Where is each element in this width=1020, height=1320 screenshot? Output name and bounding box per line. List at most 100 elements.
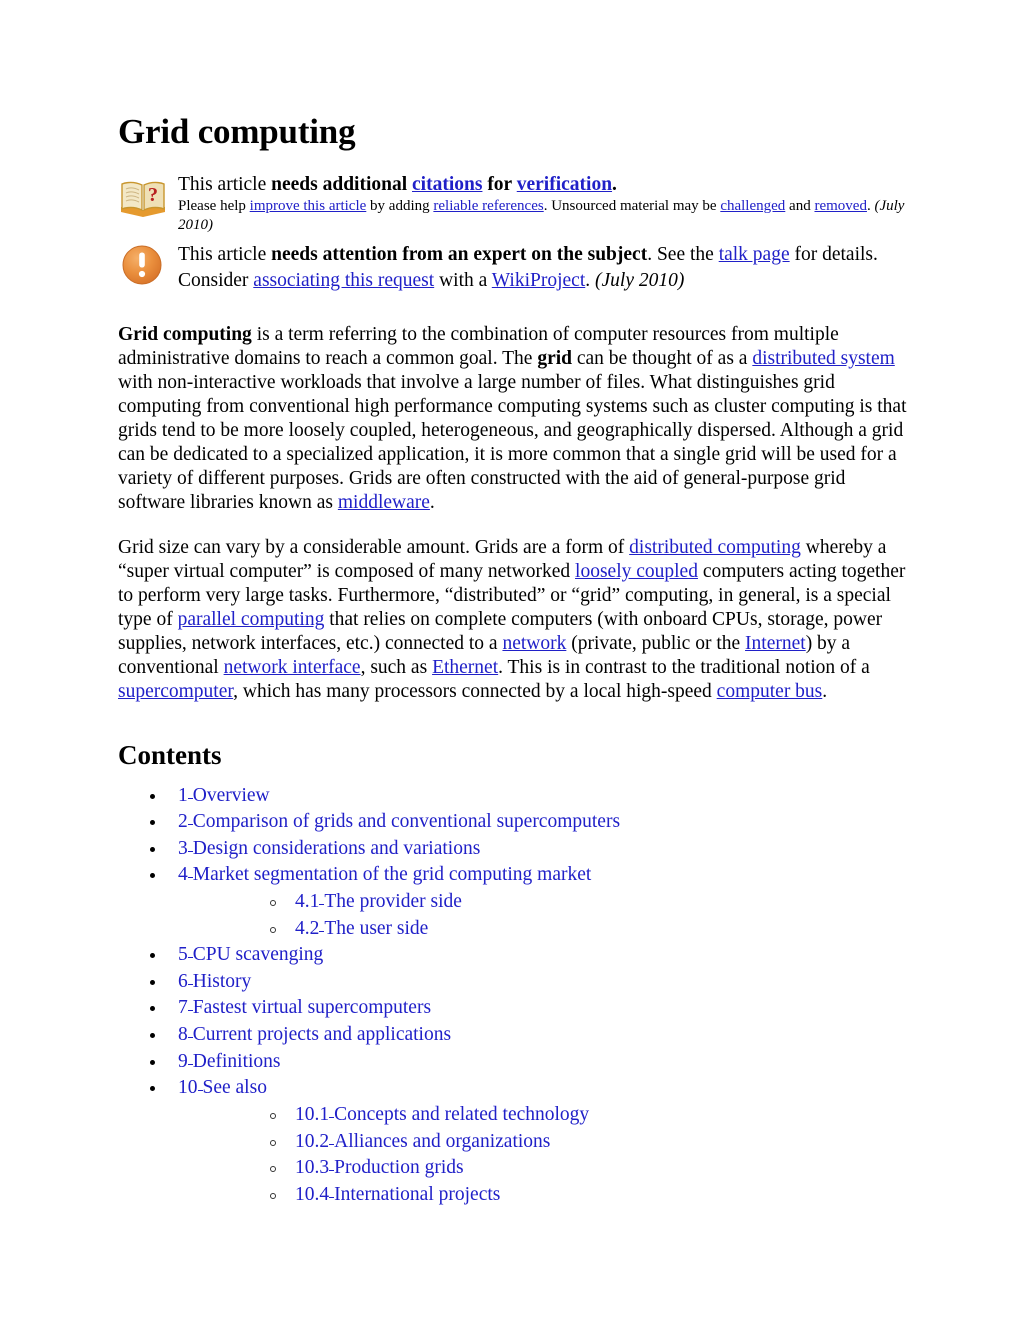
bullet-icon [150, 846, 155, 852]
notice-text: . Unsourced material may be [543, 197, 721, 214]
toc-item: 8 Current projects and applications [118, 1024, 908, 1047]
link-challenged[interactable]: challenged [720, 198, 785, 214]
toc-link-1[interactable]: 1 Overview [178, 785, 270, 806]
toc-sublist: 4.1 The provider side 4.2 The user side [178, 891, 908, 940]
notice-bold-text: . [612, 174, 617, 196]
notice-citations: ? This article needs additional citation… [118, 173, 908, 236]
toc-number: 9 [178, 1050, 188, 1072]
link-reliable-references[interactable]: reliable references [433, 198, 543, 214]
toc-number: 10.1 [295, 1103, 330, 1125]
toc-subitem: 4.1 The provider side [178, 891, 908, 914]
toc-link-3[interactable]: 3 Design considerations and variations [178, 838, 480, 859]
paragraph-text: , such as [360, 656, 433, 678]
toc-link-10.1[interactable]: 10.1 Concepts and related technology [295, 1104, 589, 1125]
link-internet[interactable]: Internet [745, 633, 806, 654]
toc-label: Market segmentation of the grid computin… [192, 864, 592, 886]
notice-citations-detail: Please help improve this article by addi… [178, 197, 908, 236]
toc-number: 2 [178, 811, 188, 833]
notice-text: This article [178, 174, 272, 196]
toc-link-2[interactable]: 2 Comparison of grids and conventional su… [178, 811, 620, 832]
toc-label: Comparison of grids and conventional sup… [192, 811, 621, 833]
toc-item: 4 Market segmentation of the grid computi… [118, 864, 908, 940]
notice-citations-headline: This article needs additional citations … [178, 173, 908, 197]
toc-label: Alliances and organizations [334, 1130, 551, 1152]
notice-text: with a [434, 269, 492, 291]
article-page: Grid computing ? This article needs addi… [0, 0, 1020, 1320]
link-improve-this-article[interactable]: improve this article [250, 198, 367, 214]
toc-label: International projects [334, 1183, 501, 1205]
toc-link-5[interactable]: 5 CPU scavenging [178, 944, 323, 965]
lead-paragraph-2: Grid size can vary by a considerable amo… [118, 536, 908, 703]
notice-bold-text: needs additional [271, 174, 413, 196]
link-distributed-computing[interactable]: distributed computing [629, 537, 801, 558]
lead-term: Grid computing [118, 324, 252, 346]
paragraph-text: . This is in contrast to the traditional… [498, 656, 870, 678]
book-question-icon: ? [118, 173, 178, 219]
link-citations[interactable]: citations [412, 174, 482, 195]
link-supercomputer[interactable]: supercomputer [118, 681, 233, 702]
link-ethernet[interactable]: Ethernet [432, 657, 498, 678]
toc-number: 1 [178, 784, 188, 806]
link-associating-this-request[interactable]: associating this request [253, 270, 434, 291]
link-network-interface[interactable]: network interface [224, 657, 361, 678]
link-middleware[interactable]: middleware [338, 492, 430, 513]
toc-subitem: 10.3 Production grids [178, 1157, 908, 1180]
toc-link-9[interactable]: 9 Definitions [178, 1051, 281, 1072]
link-loosely-coupled[interactable]: loosely coupled [575, 561, 698, 582]
page-title: Grid computing [118, 112, 356, 151]
paragraph-text: can be thought of as a [572, 348, 753, 370]
toc-label: Fastest virtual supercomputers [192, 997, 432, 1019]
toc-label: CPU scavenging [192, 944, 324, 966]
bullet-icon [150, 1059, 155, 1065]
paragraph-text: . [822, 680, 828, 702]
paragraph-text: , which has many processors connected by… [233, 680, 717, 702]
toc-label: Definitions [192, 1050, 281, 1072]
toc-label: Overview [192, 784, 270, 806]
notice-citations-body: This article needs additional citations … [178, 173, 908, 236]
bullet-icon [150, 1086, 155, 1092]
link-removed[interactable]: removed [814, 198, 866, 214]
paragraph-text: (private, public or the [566, 632, 746, 654]
toc-item: 3 Design considerations and variations [118, 838, 908, 861]
bullet-icon [150, 820, 155, 826]
table-of-contents: 1 Overview 2 Comparison of grids and conven… [118, 785, 908, 1207]
toc-link-4[interactable]: 4 Market segmentation of the grid computi… [178, 864, 591, 885]
link-computer-bus[interactable]: computer bus [717, 681, 823, 702]
link-wikiproject[interactable]: WikiProject [492, 270, 585, 291]
notice-expert: This article needs attention from an exp… [118, 240, 908, 293]
circle-bullet-icon [270, 900, 276, 907]
link-verification[interactable]: verification [517, 174, 612, 195]
paragraph-text: Grid size can vary by a considerable amo… [118, 537, 630, 559]
toc-item: 9 Definitions [118, 1051, 908, 1074]
toc-item: 1 Overview [118, 785, 908, 808]
link-distributed-system[interactable]: distributed system [752, 348, 894, 369]
toc-link-4.2[interactable]: 4.2 The user side [295, 918, 428, 939]
toc-link-6[interactable]: 6 History [178, 971, 251, 992]
link-network[interactable]: network [502, 633, 566, 654]
lead-term-grid: grid [537, 348, 572, 370]
toc-subitem: 10.2 Alliances and organizations [178, 1131, 908, 1154]
circle-bullet-icon [270, 1139, 276, 1146]
toc-link-10[interactable]: 10 See also [178, 1077, 267, 1098]
toc-number: 8 [178, 1024, 188, 1046]
toc-link-10.3[interactable]: 10.3 Production grids [295, 1157, 464, 1178]
toc-number: 4 [178, 864, 188, 886]
link-talk-page[interactable]: talk page [719, 244, 790, 265]
toc-link-10.2[interactable]: 10.2 Alliances and organizations [295, 1131, 550, 1152]
link-parallel-computing[interactable]: parallel computing [178, 609, 325, 630]
toc-link-4.1[interactable]: 4.1 The provider side [295, 891, 462, 912]
toc-item: 2 Comparison of grids and conventional su… [118, 811, 908, 834]
toc-link-10.4[interactable]: 10.4 International projects [295, 1184, 500, 1205]
toc-item: 10 See also 10.1 Concepts and related techn… [118, 1077, 908, 1206]
toc-item: 7 Fastest virtual supercomputers [118, 997, 908, 1020]
notice-expert-body: This article needs attention from an exp… [178, 240, 908, 293]
toc-link-8[interactable]: 8 Current projects and applications [178, 1024, 451, 1045]
notice-text: . [585, 269, 595, 291]
toc-number: 10 [178, 1077, 198, 1099]
toc-label: Production grids [334, 1157, 464, 1179]
toc-link-7[interactable]: 7 Fastest virtual supercomputers [178, 997, 431, 1018]
paragraph-text: with non-interactive workloads that invo… [118, 372, 907, 513]
notice-text: . See the [647, 243, 719, 265]
bullet-icon [150, 873, 155, 879]
toc-label: History [192, 970, 252, 992]
